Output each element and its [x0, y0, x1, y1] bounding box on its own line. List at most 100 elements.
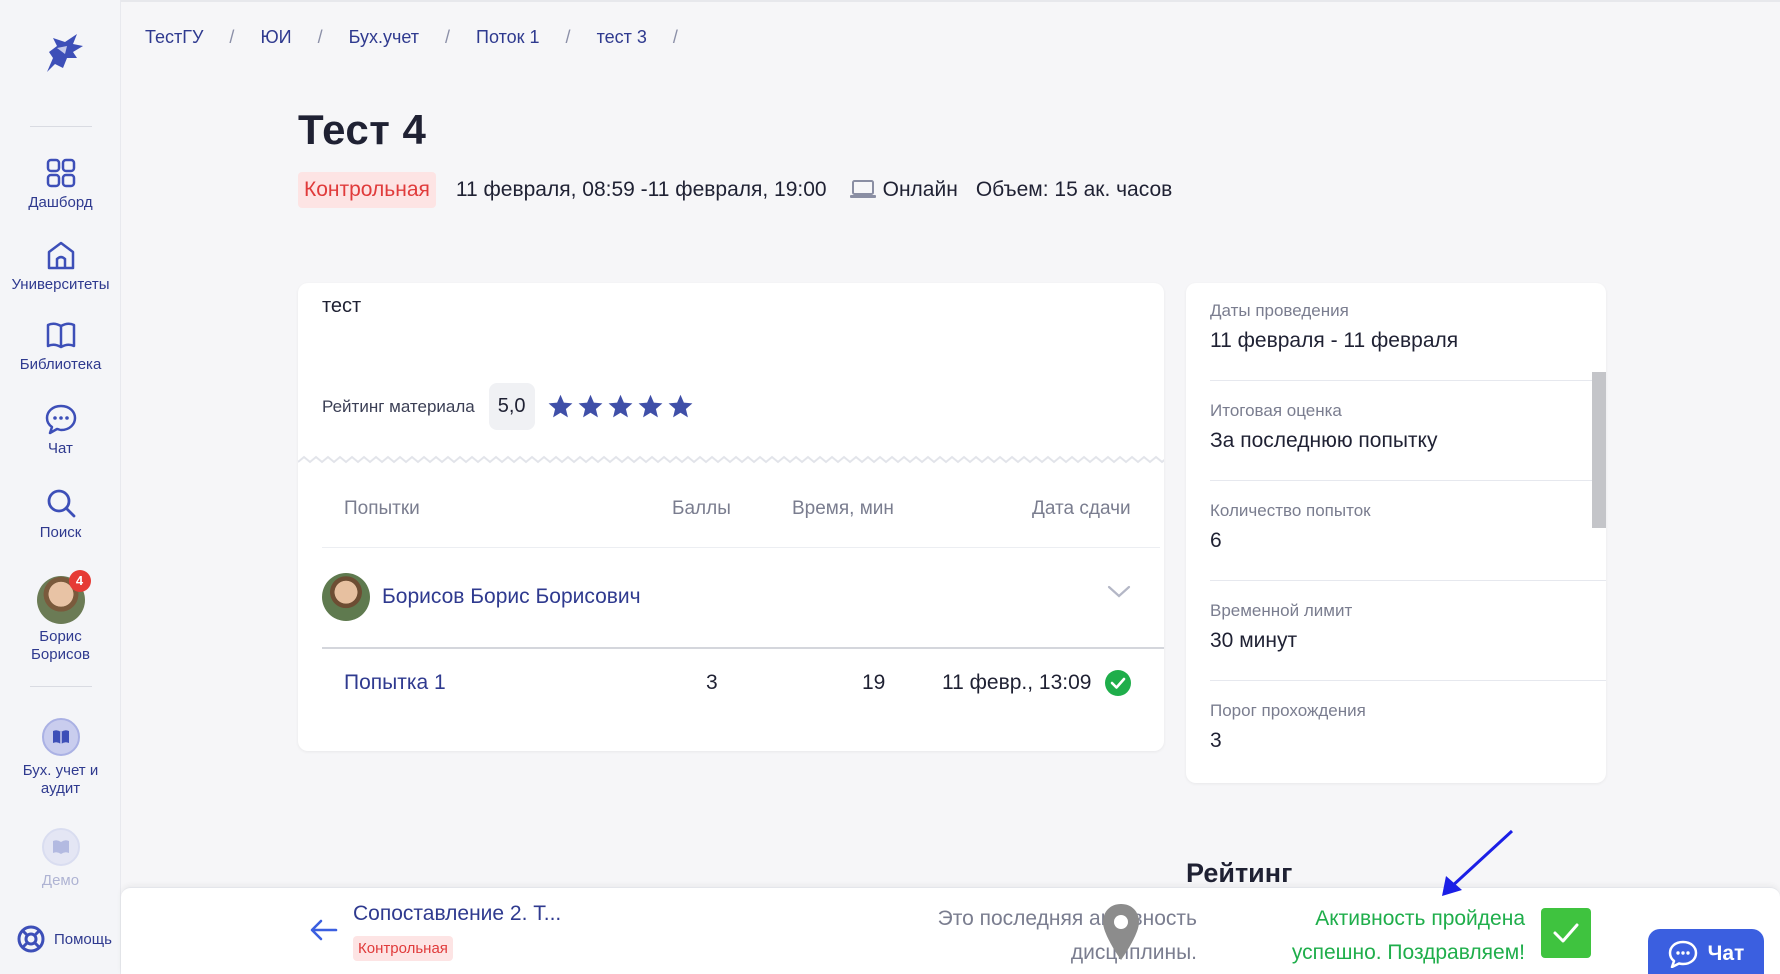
- university-icon: [47, 241, 74, 270]
- page-meta: Контрольная 11 февраля, 08:59 -11 феврал…: [298, 172, 1172, 208]
- info-key: Временной лимит: [1210, 601, 1353, 620]
- wavy-divider: [298, 455, 1164, 464]
- checkmark-icon: [1553, 923, 1579, 943]
- chat-button[interactable]: Чат: [1648, 929, 1764, 974]
- prev-activity-link[interactable]: Сопоставление 2. Т... Контрольная: [309, 902, 561, 961]
- table-header: Попытки Баллы Время, мин Дата сдачи: [298, 498, 1164, 528]
- chat-label: Чат: [1707, 942, 1745, 965]
- breadcrumb-item[interactable]: ЮИ: [260, 27, 291, 48]
- volume: Объем: 15 ак. часов: [975, 178, 1173, 201]
- type-tag: Контрольная: [298, 172, 436, 208]
- search-icon: [47, 489, 75, 518]
- info-value: 30 минут: [1210, 629, 1298, 652]
- rating-value: 5,0: [488, 383, 535, 430]
- sidebar-item-label: Университеты: [11, 276, 110, 293]
- breadcrumb-item[interactable]: Бух.учет: [349, 27, 419, 48]
- info-key: Итоговая оценка: [1210, 401, 1342, 420]
- sidebar-item-label: Поиск: [39, 524, 82, 541]
- sidebar-course-buh[interactable]: Бух. учет и аудит: [0, 718, 121, 798]
- breadcrumb-separator: /: [565, 27, 571, 47]
- star-icon[interactable]: [577, 393, 604, 420]
- page-title: Тест 4: [298, 106, 427, 153]
- breadcrumb-separator: /: [445, 27, 451, 47]
- sidebar-item-search[interactable]: Поиск: [0, 486, 121, 542]
- star-icon[interactable]: [607, 393, 634, 420]
- format-online: Онлайн: [849, 178, 958, 202]
- star-icon[interactable]: [547, 393, 574, 420]
- breadcrumb-separator: /: [317, 27, 323, 47]
- info-row: Количество попыток 6: [1210, 501, 1606, 553]
- map-pin-icon: [1103, 904, 1139, 960]
- info-key: Даты проведения: [1210, 301, 1349, 320]
- top-border: [121, 0, 1780, 2]
- student-row[interactable]: Борисов Борис Борисович: [322, 573, 641, 621]
- sidebar-course-demo[interactable]: Демо: [0, 828, 121, 890]
- chat-bubble-icon: [1668, 940, 1697, 968]
- sidebar-divider: [30, 126, 92, 127]
- complete-check-button[interactable]: [1541, 908, 1591, 958]
- lifebuoy-icon: [17, 925, 45, 953]
- grid-icon: [46, 158, 75, 188]
- sidebar-item-profile[interactable]: 4 Борис Борисов: [0, 570, 121, 664]
- book-icon: [46, 322, 75, 349]
- course-label-line1: Демо: [41, 872, 80, 889]
- sidebar-item-label: Библиотека: [19, 356, 102, 373]
- divider: [1210, 580, 1606, 581]
- activity-complete-text: Активность пройдена успешно. Поздравляем…: [1221, 902, 1525, 970]
- logo-icon[interactable]: [33, 28, 89, 84]
- sidebar-divider: [30, 686, 92, 687]
- complete-line1: Активность пройдена: [1315, 907, 1525, 930]
- info-key: Порог прохождения: [1210, 701, 1366, 720]
- attempt-score: 3: [706, 671, 718, 694]
- divider: [322, 647, 1164, 649]
- sidebar-item-universities[interactable]: Университеты: [0, 238, 121, 294]
- header-date: Дата сдачи: [1032, 498, 1131, 519]
- help-label: Помощь: [54, 930, 112, 948]
- avatar: 4: [36, 570, 91, 624]
- attempt-date: 11 февр., 13:09: [942, 671, 1092, 694]
- prev-activity-title[interactable]: Сопоставление 2. Т...: [353, 902, 561, 926]
- sidebar-item-dashboard[interactable]: Дашборд: [0, 156, 121, 212]
- sidebar-item-library[interactable]: Библиотека: [0, 318, 121, 374]
- help-button[interactable]: Помощь: [16, 924, 112, 954]
- breadcrumb-separator: /: [672, 27, 678, 47]
- sidebar-item-label: Чат: [48, 440, 73, 457]
- student-name: Борисов Борис Борисович: [382, 585, 641, 608]
- format-label: Онлайн: [882, 178, 958, 201]
- course-book-icon: [41, 828, 80, 866]
- info-value: 6: [1210, 529, 1222, 552]
- course-label-line2: аудит: [40, 780, 81, 797]
- info-row: Итоговая оценка За последнюю попытку: [1210, 401, 1606, 453]
- course-label-line1: Бух. учет и: [22, 762, 99, 779]
- scrollbar[interactable]: [1592, 372, 1606, 528]
- description: тест: [322, 295, 362, 317]
- info-value: 11 февраля - 11 февраля: [1210, 329, 1459, 352]
- sidebar-item-chat[interactable]: Чат: [0, 402, 121, 458]
- divider: [322, 547, 1160, 548]
- rating-label: Рейтинг материала: [322, 396, 475, 416]
- attempt-name[interactable]: Попытка 1: [344, 671, 446, 695]
- info-row: Порог прохождения 3: [1210, 701, 1606, 753]
- star-icon[interactable]: [637, 393, 664, 420]
- student-avatar: [322, 573, 370, 621]
- breadcrumb-item[interactable]: ТестГУ: [145, 27, 203, 48]
- info-key: Количество попыток: [1210, 501, 1371, 520]
- arrow-left-icon[interactable]: [309, 918, 339, 942]
- notification-badge: 4: [68, 570, 91, 592]
- breadcrumb: ТестГУ / ЮИ / Бух.учет / Поток 1 / тест …: [145, 27, 704, 48]
- breadcrumb-separator: /: [229, 27, 235, 47]
- star-icon[interactable]: [667, 393, 694, 420]
- header-score: Баллы: [672, 498, 731, 519]
- chevron-down-icon[interactable]: [1106, 583, 1132, 599]
- material-rating: Рейтинг материала 5,0: [322, 383, 694, 430]
- breadcrumb-item[interactable]: Поток 1: [476, 27, 540, 48]
- info-panel: Даты проведения 11 февраля - 11 февраля …: [1186, 283, 1606, 783]
- info-row: Даты проведения 11 февраля - 11 февраля: [1210, 301, 1606, 353]
- test-card: тест Рейтинг материала 5,0 Попытки Баллы…: [298, 283, 1164, 751]
- bottom-navigation: Сопоставление 2. Т... Контрольная Это по…: [121, 887, 1780, 974]
- rating-stars[interactable]: [547, 393, 694, 420]
- info-value: 3: [1210, 729, 1222, 752]
- breadcrumb-item[interactable]: тест 3: [597, 27, 647, 48]
- prev-activity-tag: Контрольная: [353, 936, 453, 961]
- divider: [1210, 380, 1606, 381]
